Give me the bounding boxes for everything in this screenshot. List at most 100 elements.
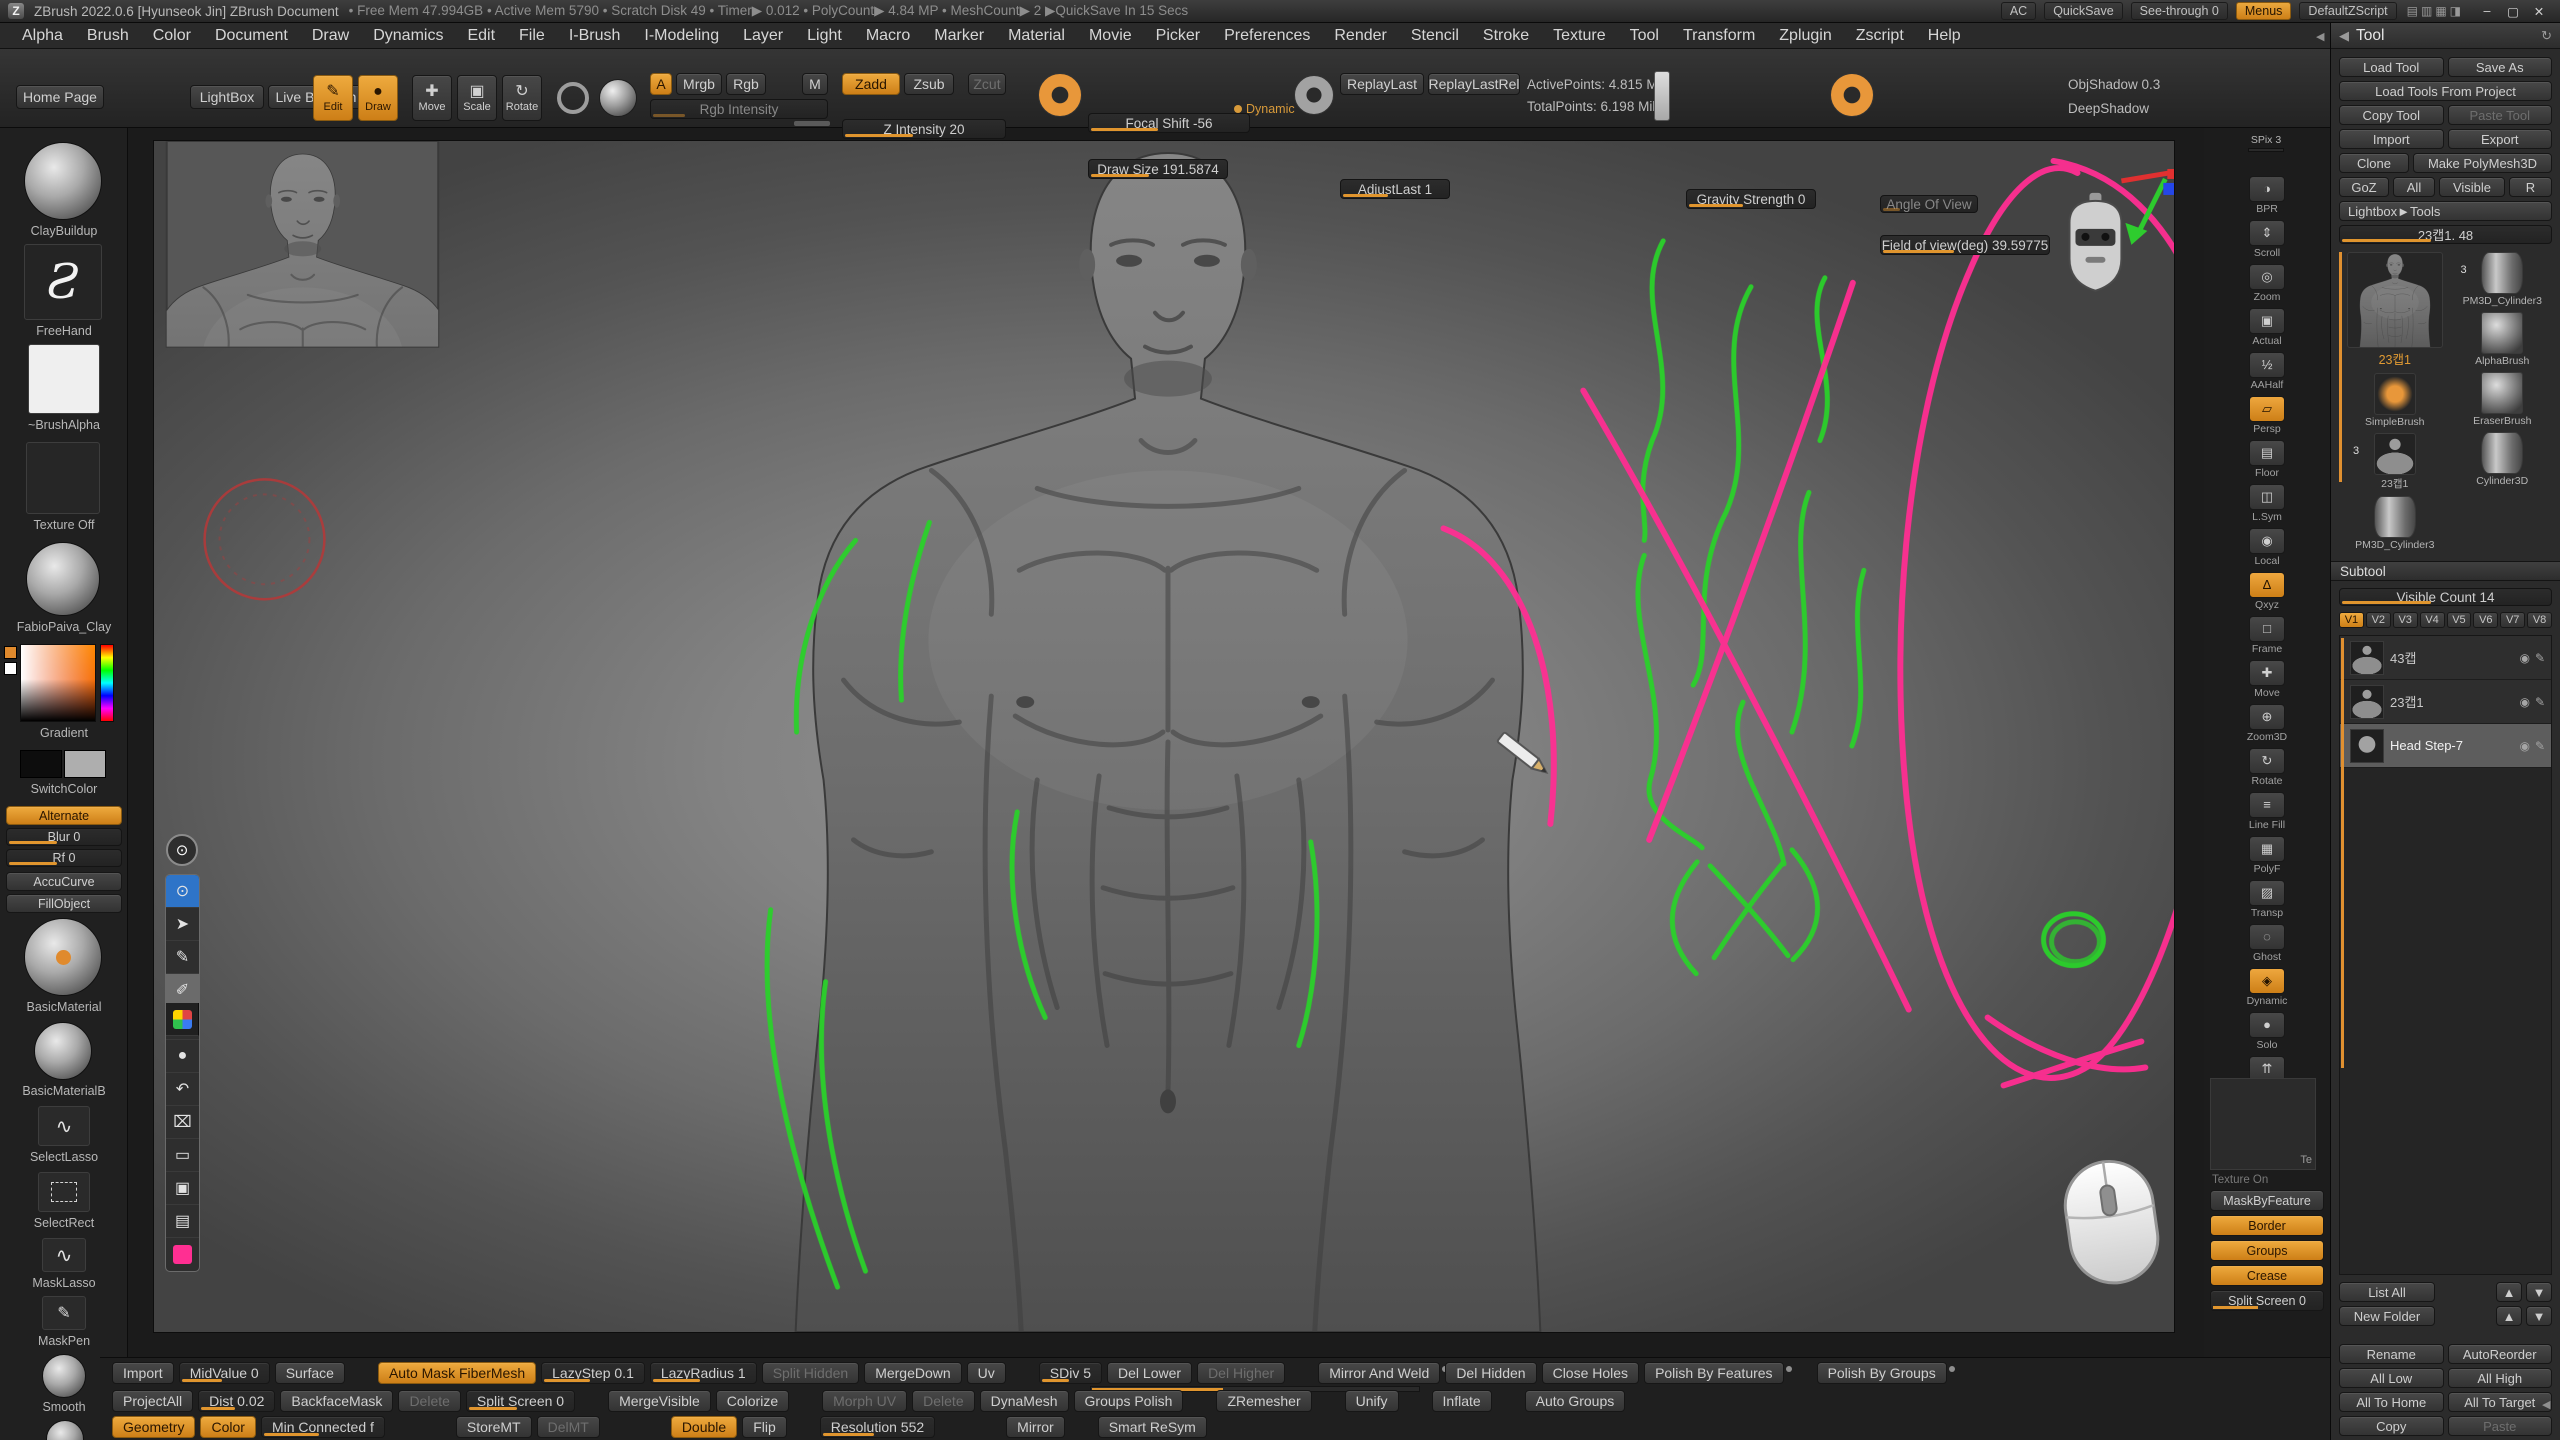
color-picker-square[interactable] (20, 644, 96, 722)
menu-item[interactable]: Texture (1541, 27, 1617, 45)
annotation-pin-icon[interactable]: ⊙ (166, 834, 198, 866)
window-control-button[interactable]: ▢ (2500, 4, 2526, 19)
tool-panel-header[interactable]: ◀ Tool ↻ (2331, 23, 2560, 49)
right-shelf-button[interactable]: ● Solo (2244, 1012, 2290, 1051)
stroke-thumbnail[interactable]: Ƨ (24, 244, 102, 320)
menu-item[interactable]: Preferences (1212, 27, 1322, 45)
current-brush-thumbnail[interactable] (24, 142, 102, 220)
subtool-item[interactable]: 43캡 ◉ ✎ (2340, 636, 2551, 680)
folder-up-button[interactable]: ▲ (2496, 1306, 2522, 1326)
secondary-color-swatch[interactable] (64, 750, 106, 778)
bottom-button[interactable]: Auto Mask FiberMesh (378, 1362, 536, 1384)
draw-button[interactable]: ●Draw (358, 75, 398, 121)
field-of-view-slider[interactable]: Field of view(deg) 39.59775 (1880, 235, 2050, 255)
save-as-button[interactable]: Save As (2448, 57, 2553, 77)
bottom-button[interactable]: Del Lower (1107, 1362, 1192, 1384)
menu-item[interactable]: Help (1916, 27, 1973, 45)
rgb-button[interactable]: Rgb (726, 73, 766, 95)
cursor-icon[interactable]: ➤ (166, 908, 199, 941)
right-shelf-button[interactable]: ▱ Persp (2244, 396, 2290, 435)
bottom-button[interactable]: Polish By Features (1644, 1362, 1784, 1384)
bottom-button[interactable]: Mirror (1006, 1416, 1065, 1438)
layout-preset-icon[interactable]: ◨ (2450, 4, 2464, 18)
all-to-home-button[interactable]: All To Home (2339, 1392, 2444, 1412)
texture-thumbnail[interactable] (26, 442, 100, 514)
eye-icon[interactable]: ◉ (2519, 651, 2529, 665)
bottom-button[interactable]: MergeVisible (608, 1390, 711, 1412)
menu-item[interactable]: Edit (455, 27, 507, 45)
right-shelf-button[interactable]: ◈ Dynamic (2244, 968, 2290, 1007)
menu-item[interactable]: I-Modeling (632, 27, 731, 45)
bottom-button[interactable]: DynaMesh (980, 1390, 1069, 1412)
move-up-button[interactable]: ▲ (2496, 1282, 2522, 1302)
hue-strip[interactable] (100, 644, 114, 722)
angle-of-view-slider[interactable]: Angle Of View (1880, 195, 1978, 213)
z-intensity-slider[interactable]: Z Intensity 20 (842, 119, 1006, 139)
panel-collapse-arrow[interactable]: ◀ (2316, 30, 2324, 43)
rf-slider[interactable]: Rf 0 (6, 849, 122, 867)
import-button[interactable]: Import (2339, 129, 2444, 149)
bottom-button[interactable]: Mirror And Weld (1318, 1362, 1440, 1384)
menu-item[interactable]: Transform (1671, 27, 1767, 45)
notes-icon[interactable]: ▤ (166, 1205, 199, 1238)
visible-count-slider[interactable]: Visible Count 14 (2339, 588, 2552, 606)
right-shelf-button[interactable]: ◌ Ghost (2244, 924, 2290, 963)
recent-color-swatch[interactable] (4, 662, 17, 675)
titlebar-button[interactable]: DefaultZScript (2299, 2, 2396, 20)
menu-item[interactable]: Dynamics (361, 27, 455, 45)
home-page-button[interactable]: Home Page (16, 85, 104, 109)
clone-button[interactable]: Clone (2339, 153, 2409, 173)
bottom-button[interactable]: Morph UV (822, 1390, 907, 1412)
titlebar-button[interactable]: Menus (2236, 2, 2292, 20)
alternate-button[interactable]: Alternate (6, 806, 122, 825)
window-control-button[interactable]: – (2474, 4, 2500, 19)
right-shelf-button[interactable]: ⊕ Zoom3D (2244, 704, 2290, 743)
replay-icon[interactable] (1294, 75, 1334, 115)
bottom-button[interactable]: Surface (275, 1362, 345, 1384)
rename-button[interactable]: Rename (2339, 1344, 2444, 1364)
menu-item[interactable]: Render (1322, 27, 1398, 45)
angle-of-view-icon[interactable] (1830, 73, 1874, 117)
menu-item[interactable]: Color (141, 27, 203, 45)
canvas-area[interactable]: ⊙ ⊙➤✎✐╱●↶⌧▭▣▤ (128, 128, 2204, 1357)
right-shelf-button[interactable]: ✚ Move (2244, 660, 2290, 699)
bottom-button[interactable]: DelMT (537, 1416, 600, 1438)
bottom-button[interactable]: Double (671, 1416, 737, 1438)
subtool-view-tab[interactable]: V3 (2393, 612, 2418, 628)
paste-tool-button[interactable]: Paste Tool (2448, 105, 2553, 125)
right-shelf-button[interactable]: ◉ Local (2244, 528, 2290, 567)
make-polymesh3d-button[interactable]: Make PolyMesh3D (2413, 153, 2552, 173)
all-high-button[interactable]: All High (2448, 1368, 2553, 1388)
auto-reorder-button[interactable]: AutoReorder (2448, 1344, 2553, 1364)
folder-down-button[interactable]: ▼ (2526, 1306, 2552, 1326)
menu-item[interactable]: Layer (731, 27, 795, 45)
material-preview-icon[interactable] (599, 79, 637, 117)
paintbrush-icon[interactable]: ✎ (2535, 695, 2545, 709)
load-tools-from-project-button[interactable]: Load Tools From Project (2339, 81, 2552, 101)
subtool-item[interactable]: 23캡1 ◉ ✎ (2340, 680, 2551, 724)
scale-button[interactable]: ▣Scale (457, 75, 497, 121)
right-shelf-button[interactable]: ↻ Rotate (2244, 748, 2290, 787)
menu-item[interactable]: Brush (75, 27, 141, 45)
points-zoom-slider[interactable] (1654, 71, 1670, 121)
right-shelf-button[interactable]: ◑ BPR (2244, 176, 2290, 215)
menu-item[interactable]: Macro (854, 27, 922, 45)
subtool-view-tab[interactable]: V1 (2339, 612, 2364, 628)
subtool-view-tab[interactable]: V6 (2473, 612, 2498, 628)
menu-item[interactable]: Stroke (1471, 27, 1541, 45)
groups-button[interactable]: Groups (2210, 1240, 2324, 1261)
menu-item[interactable]: Zscript (1844, 27, 1916, 45)
menu-item[interactable]: File (507, 27, 557, 45)
menu-item[interactable]: Picker (1144, 27, 1212, 45)
active-tool-thumbnail[interactable]: 23캡1 (2345, 252, 2445, 368)
basic-material-b-thumbnail[interactable] (34, 1022, 92, 1080)
alpha-thumbnail[interactable] (28, 344, 100, 414)
texture-preview[interactable]: Te (2210, 1078, 2316, 1170)
right-shelf-button[interactable]: □ Frame (2244, 616, 2290, 655)
menu-item[interactable]: Light (795, 27, 854, 45)
menu-item[interactable]: Tool (1618, 27, 1671, 45)
tool-thumbnail[interactable]: Cylinder3D (2453, 432, 2553, 487)
copy-tool-button[interactable]: Copy Tool (2339, 105, 2444, 125)
menu-item[interactable]: Document (203, 27, 300, 45)
eye-icon[interactable]: ◉ (2519, 739, 2529, 753)
